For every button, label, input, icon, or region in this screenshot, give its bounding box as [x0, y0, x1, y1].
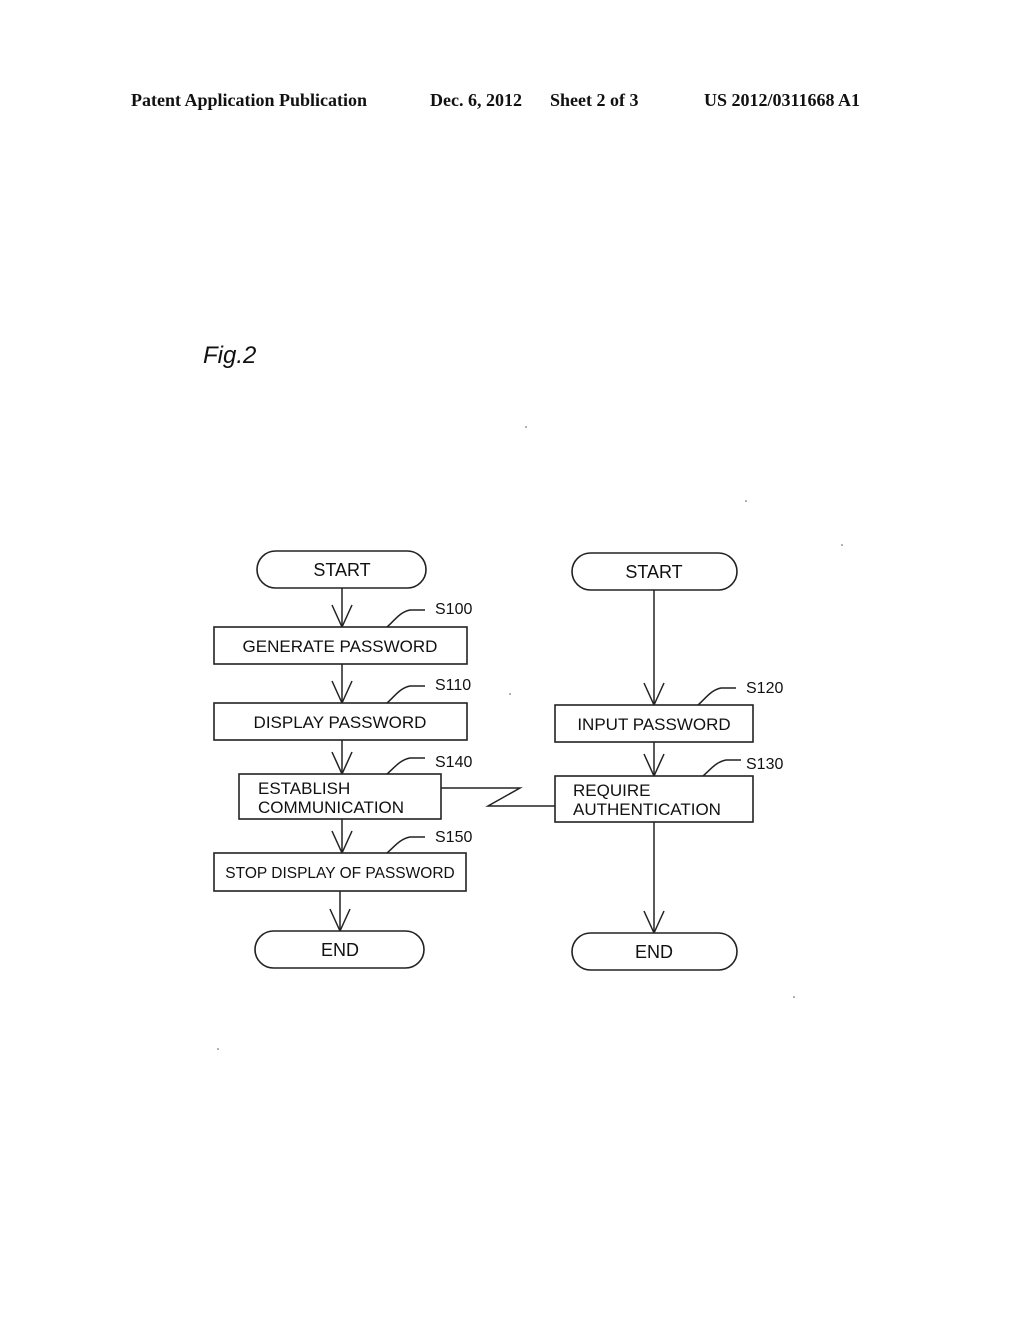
step-s140-label-line1: ESTABLISH	[258, 779, 350, 798]
step-s130-id: S130	[746, 756, 783, 773]
step-s100-id: S100	[435, 601, 472, 618]
right-start-terminal: START	[571, 552, 738, 591]
right-start-label: START	[625, 562, 682, 582]
step-s150: STOP DISPLAY OF PASSWORD S150	[213, 829, 472, 892]
step-s120-id: S120	[746, 680, 783, 697]
step-s150-label: STOP DISPLAY OF PASSWORD	[225, 865, 454, 882]
step-s120-label: INPUT PASSWORD	[577, 715, 730, 734]
right-end-label: END	[635, 942, 673, 962]
step-s140-label-line2: COMMUNICATION	[258, 798, 404, 817]
step-s140-id: S140	[435, 754, 472, 771]
right-end-terminal: END	[571, 932, 738, 971]
step-s150-id: S150	[435, 829, 472, 846]
step-s100-label: GENERATE PASSWORD	[243, 637, 438, 656]
step-s110-id: S110	[435, 677, 471, 694]
left-end-terminal: END	[254, 930, 425, 969]
step-s100: GENERATE PASSWORD S100	[213, 601, 472, 665]
step-s110-label: DISPLAY PASSWORD	[254, 713, 427, 732]
left-start-terminal: START	[256, 550, 427, 589]
step-s130-label-line2: AUTHENTICATION	[573, 800, 721, 819]
communication-link	[441, 787, 555, 807]
left-end-label: END	[321, 940, 359, 960]
step-s130-label-line1: REQUIRE	[573, 781, 650, 800]
flowchart: START GENERATE PASSWORD S100 DISPLAY PAS…	[213, 426, 843, 1050]
step-s140: ESTABLISH COMMUNICATION S140	[238, 754, 472, 820]
step-s120: INPUT PASSWORD S120	[554, 680, 783, 743]
left-start-label: START	[313, 560, 370, 580]
step-s130: REQUIRE AUTHENTICATION S130	[554, 756, 783, 823]
